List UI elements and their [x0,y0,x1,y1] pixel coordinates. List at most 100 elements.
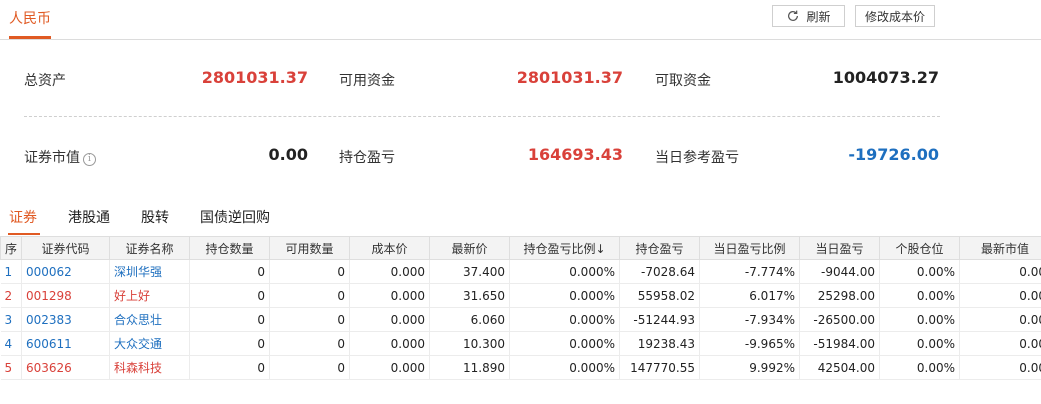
cell-weight: 0.00% [879,259,960,284]
table-row[interactable]: 5 603626 科森科技 0 0 0.000 11.890 0.000% 147770.55 9… [0,355,1041,380]
cell-market-value: 0.00 [959,283,1041,308]
cell-position-pl-pct: 0.000% [509,355,620,380]
cell-code: 002383 [21,307,110,332]
cell-weight: 0.00% [879,307,960,332]
tab-securities-underline [8,233,40,235]
cell-cost-price: 0.000 [349,307,430,332]
cell-daily-pl-pct: 9.992% [699,355,800,380]
col-header-last-price[interactable]: 最新价 [429,236,510,260]
cell-position-pl-pct: 0.000% [509,331,620,356]
col-header-available-qty[interactable]: 可用数量 [269,236,350,260]
cell-position-pl: 19238.43 [619,331,700,356]
daily-pl-label: 当日参考盈亏 [655,150,739,166]
cell-holding-qty: 0 [189,259,270,284]
cell-index: 3 [0,307,22,332]
total-assets-value: 2801031.37 [201,68,308,87]
cell-market-value: 0.00 [959,259,1041,284]
cell-holding-qty: 0 [189,355,270,380]
cell-market-value: 0.00 [959,307,1041,332]
cell-available-qty: 0 [269,283,350,308]
cell-position-pl: -51244.93 [619,307,700,332]
cell-index: 1 [0,259,22,284]
total-assets-label: 总资产 [24,73,66,89]
cell-daily-pl-pct: -9.965% [699,331,800,356]
cell-holding-qty: 0 [189,331,270,356]
cell-cost-price: 0.000 [349,355,430,380]
table-row[interactable]: 1 000062 深圳华强 0 0 0.000 37.400 0.000% -7028.64 -7… [0,259,1041,284]
market-value-value: 0.00 [268,145,308,164]
cell-weight: 0.00% [879,283,960,308]
cell-available-qty: 0 [269,307,350,332]
cell-position-pl-pct: 0.000% [509,259,620,284]
tab-rmb-underline [9,36,51,39]
cell-daily-pl: -26500.00 [799,307,880,332]
cell-name: 科森科技 [109,355,190,380]
cell-daily-pl-pct: 6.017% [699,283,800,308]
cell-position-pl: 147770.55 [619,355,700,380]
cell-name: 大众交通 [109,331,190,356]
table-row[interactable]: 4 600611 大众交通 0 0 0.000 10.300 0.000% 19238.43 -9… [0,331,1041,356]
cell-cost-price: 0.000 [349,331,430,356]
table-row[interactable]: 2 001298 好上好 0 0 0.000 31.650 0.000% 55958.02 6.0… [0,283,1041,308]
col-header-position-pl[interactable]: 持仓盈亏 [619,236,700,260]
top-bar: 人民币 刷新 修改成本价 [0,0,1041,40]
cell-cost-price: 0.000 [349,283,430,308]
modify-cost-button[interactable]: 修改成本价 [855,5,935,27]
cell-daily-pl: -51984.00 [799,331,880,356]
cell-name: 合众思壮 [109,307,190,332]
cell-index: 2 [0,283,22,308]
cell-daily-pl: 42504.00 [799,355,880,380]
summary-divider [24,116,940,117]
position-pl-label: 持仓盈亏 [339,150,395,166]
tab-share-transfer[interactable]: 股转 [141,207,169,227]
col-header-name[interactable]: 证券名称 [109,236,190,260]
cell-available-qty: 0 [269,259,350,284]
cell-code: 603626 [21,355,110,380]
refresh-label: 刷新 [806,9,831,24]
col-header-index[interactable]: 序 [0,236,22,260]
info-icon[interactable]: i [83,153,96,166]
table-row[interactable]: 3 002383 合众思壮 0 0 0.000 6.060 0.000% -51244.93 -7… [0,307,1041,332]
col-header-holding-qty[interactable]: 持仓数量 [189,236,270,260]
cell-daily-pl: 25298.00 [799,283,880,308]
cell-available-qty: 0 [269,355,350,380]
cell-market-value: 0.00 [959,331,1041,356]
cell-daily-pl-pct: -7.934% [699,307,800,332]
col-header-weight[interactable]: 个股仓位 [879,236,960,260]
available-funds-label: 可用资金 [339,73,395,89]
market-value-label: 证券市值 i [24,147,96,167]
refresh-button[interactable]: 刷新 [772,5,845,27]
col-header-daily-pl[interactable]: 当日盈亏 [799,236,880,260]
cell-holding-qty: 0 [189,283,270,308]
position-pl-value: 164693.43 [527,145,623,164]
cell-index: 4 [0,331,22,356]
tab-hk-connect[interactable]: 港股通 [68,207,110,227]
holdings-table: 序 证券代码 证券名称 持仓数量 可用数量 成本价 最新价 持仓盈亏比例↓ 持仓… [0,236,1041,380]
cell-last-price: 37.400 [429,259,510,284]
cell-position-pl: 55958.02 [619,283,700,308]
col-header-position-pl-pct[interactable]: 持仓盈亏比例↓ [509,236,620,260]
cell-name: 好上好 [109,283,190,308]
col-header-code[interactable]: 证券代码 [21,236,110,260]
cell-daily-pl-pct: -7.774% [699,259,800,284]
cell-daily-pl: -9044.00 [799,259,880,284]
table-header-row: 序 证券代码 证券名称 持仓数量 可用数量 成本价 最新价 持仓盈亏比例↓ 持仓… [0,236,1041,260]
col-header-daily-pl-pct[interactable]: 当日盈亏比例 [699,236,800,260]
cell-name: 深圳华强 [109,259,190,284]
cell-code: 600611 [21,331,110,356]
cell-position-pl-pct: 0.000% [509,307,620,332]
col-header-cost-price[interactable]: 成本价 [349,236,430,260]
cell-available-qty: 0 [269,331,350,356]
tab-reverse-repo[interactable]: 国债逆回购 [200,207,270,227]
tab-securities[interactable]: 证券 [9,207,37,227]
cell-weight: 0.00% [879,331,960,356]
cell-index: 5 [0,355,22,380]
cell-last-price: 31.650 [429,283,510,308]
col-header-market-value[interactable]: 最新市值 [959,236,1041,260]
withdrawable-label: 可取资金 [655,73,711,89]
cell-holding-qty: 0 [189,307,270,332]
refresh-icon [788,10,799,21]
tab-rmb[interactable]: 人民币 [9,8,51,28]
cell-code: 000062 [21,259,110,284]
cell-last-price: 10.300 [429,331,510,356]
